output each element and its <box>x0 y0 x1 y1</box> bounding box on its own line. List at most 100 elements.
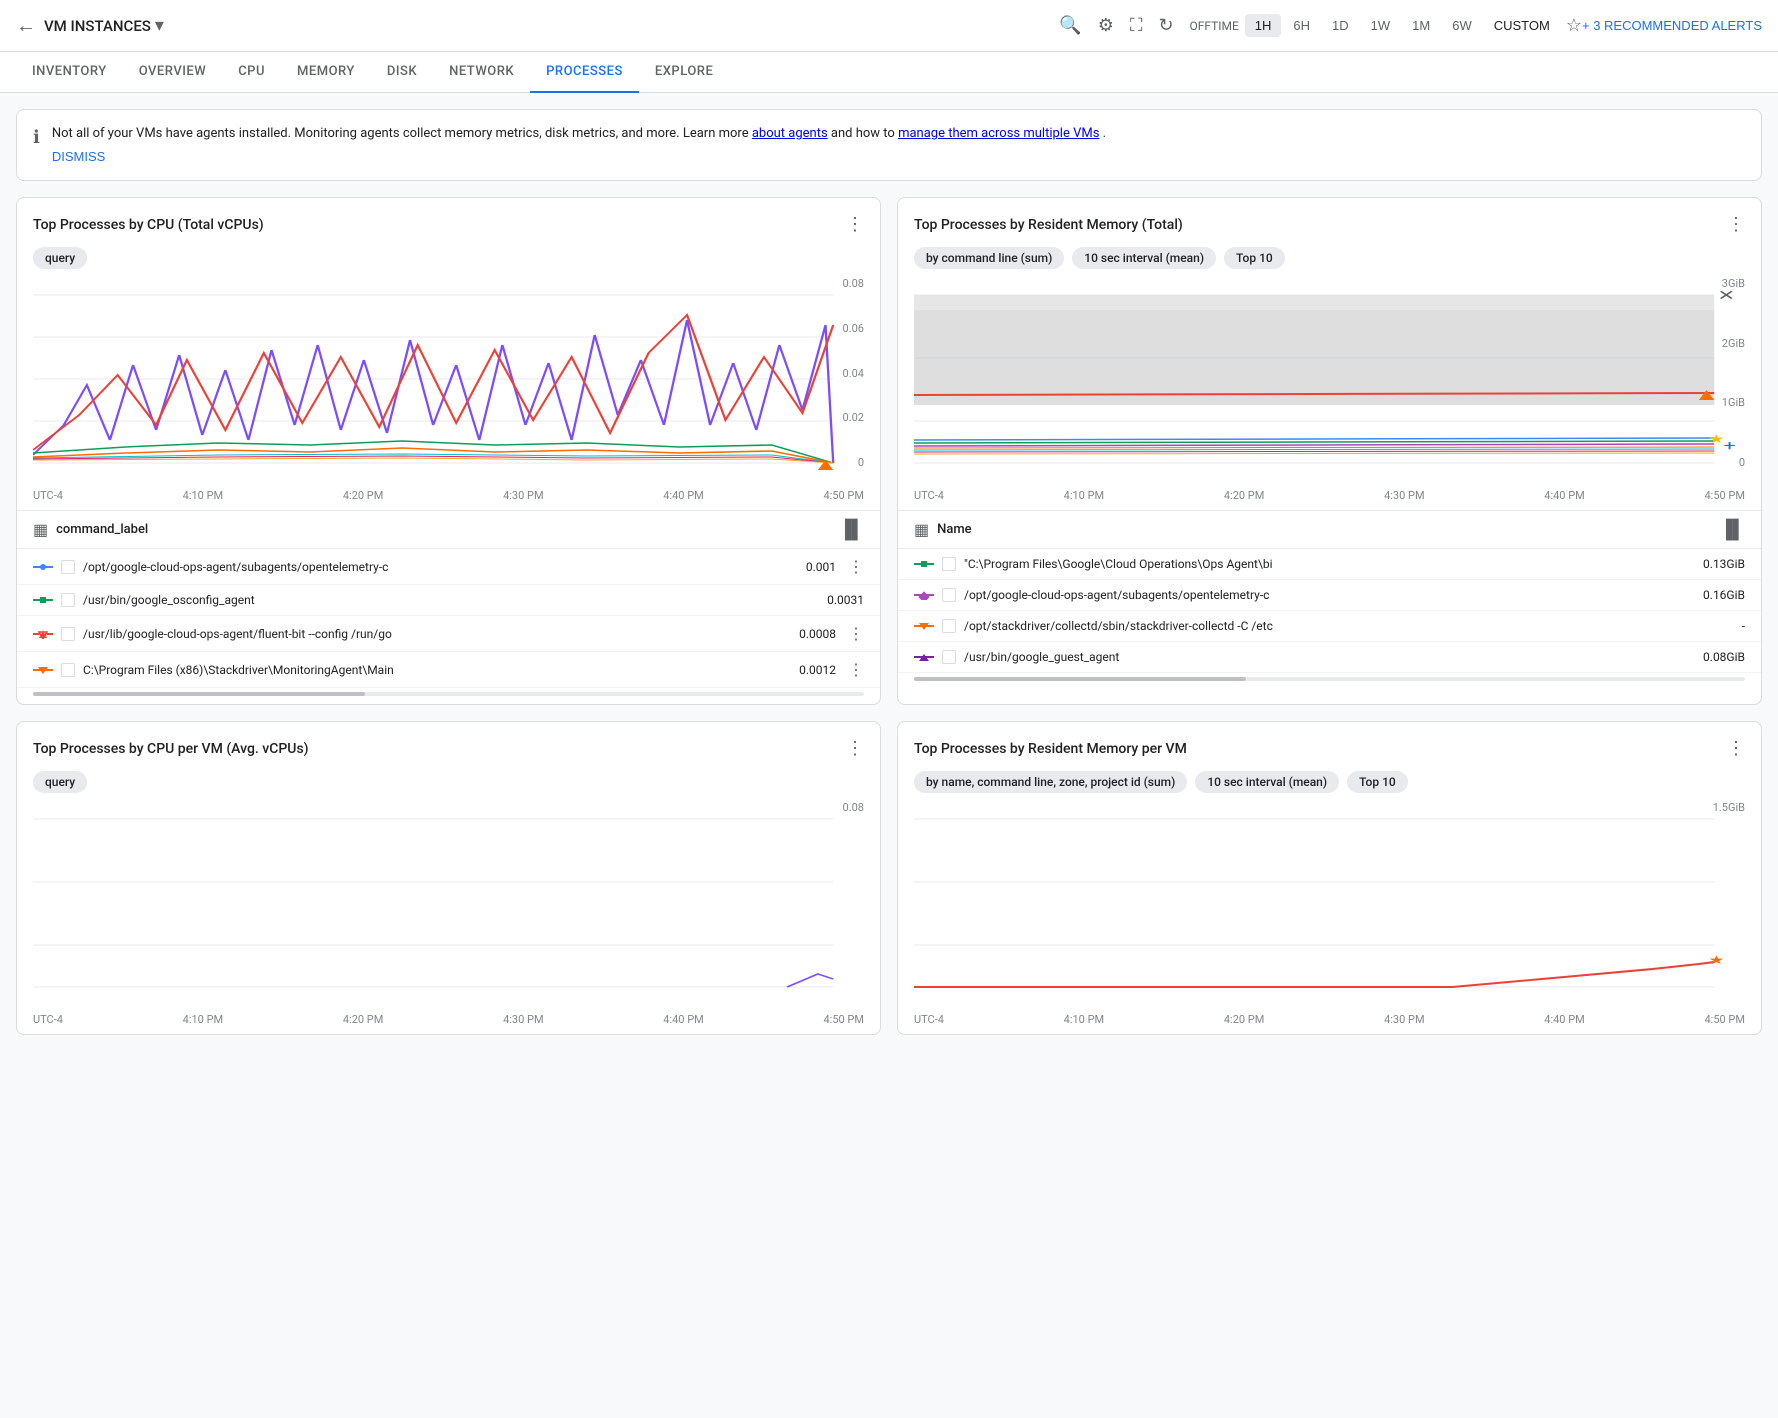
legend-checkbox-cpu-2[interactable] <box>61 627 75 641</box>
line-chart-cpu-vm <box>33 809 864 1009</box>
tab-disk[interactable]: DISK <box>371 52 433 93</box>
top-bar-icons: 🔍 ⚙ ⛶ ↻ OFF <box>1059 15 1211 36</box>
time-1h[interactable]: 1H <box>1245 14 1282 37</box>
time-1m[interactable]: 1M <box>1402 14 1440 37</box>
legend-scrollbar-cpu <box>33 692 864 696</box>
time-label: TIME <box>1211 19 1239 33</box>
legend-columns-icon-mem[interactable]: ▐▌ <box>1719 519 1745 540</box>
time-6h[interactable]: 6H <box>1283 14 1320 37</box>
more-menu-cpu-icon[interactable]: ⋮ <box>846 214 864 235</box>
settings-icon[interactable]: ⚙ <box>1098 15 1114 36</box>
line-chart-mem: ✕ ★ + <box>914 285 1745 485</box>
star-icon[interactable]: ☆ <box>1566 15 1582 36</box>
about-agents-link[interactable]: about agents <box>752 126 828 141</box>
search-icon[interactable]: 🔍 <box>1059 15 1081 36</box>
legend-checkbox-cpu-0[interactable] <box>61 560 75 574</box>
time-controls: TIME 1H 6H 1D 1W 1M 6W CUSTOM ☆ <box>1211 14 1582 37</box>
tab-cpu[interactable]: CPU <box>222 52 281 93</box>
legend-grid-icon-cpu: ▦ <box>33 520 48 539</box>
info-icon: ℹ <box>33 127 40 148</box>
chip-mem-2[interactable]: Top 10 <box>1224 247 1285 269</box>
chart-mem-per-vm: Top Processes by Resident Memory per VM … <box>897 721 1762 1035</box>
chip-mem-1[interactable]: 10 sec interval (mean) <box>1072 247 1216 269</box>
x-axis-mem-vm: UTC-44:10 PM4:20 PM4:30 PM4:40 PM4:50 PM <box>898 1013 1761 1034</box>
tab-memory[interactable]: MEMORY <box>281 52 371 93</box>
y-axis-mem: 3GiB2GiB1GiB0 <box>1722 277 1745 469</box>
legend-columns-icon-cpu[interactable]: ▐▌ <box>838 519 864 540</box>
dismiss-button[interactable]: DISMISS <box>52 149 105 164</box>
chart-header-mem-vm: Top Processes by Resident Memory per VM … <box>898 722 1761 767</box>
more-row-icon-3[interactable]: ⋮ <box>848 660 864 679</box>
chip-mem-vm-0[interactable]: by name, command line, zone, project id … <box>914 771 1187 793</box>
legend-row: /opt/google-cloud-ops-agent/subagents/op… <box>17 549 880 585</box>
chart-cpu-per-vm: Top Processes by CPU per VM (Avg. vCPUs)… <box>16 721 881 1035</box>
chip-mem-vm-1[interactable]: 10 sec interval (mean) <box>1195 771 1339 793</box>
legend-row: /opt/stackdriver/collectd/sbin/stackdriv… <box>898 611 1761 642</box>
legend-scroll-mem: "C:\Program Files\Google\Cloud Operation… <box>898 549 1761 673</box>
alerts-button[interactable]: + 3 RECOMMENDED ALERTS <box>1582 18 1762 33</box>
tab-inventory[interactable]: INVENTORY <box>16 52 123 93</box>
legend-line-mem-0 <box>914 559 934 569</box>
vm-chevron-icon: ▾ <box>155 15 164 36</box>
vm-instances-title[interactable]: VM INSTANCES ▾ <box>44 15 164 36</box>
legend-row: /opt/google-cloud-ops-agent/subagents/op… <box>898 580 1761 611</box>
chart-header-cpu-vm: Top Processes by CPU per VM (Avg. vCPUs)… <box>17 722 880 767</box>
tab-network[interactable]: NETWORK <box>433 52 530 93</box>
tab-processes[interactable]: PROCESSES <box>530 52 639 93</box>
chip-query-cpu[interactable]: query <box>33 247 87 269</box>
x-axis-mem: UTC-44:10 PM4:20 PM4:30 PM4:40 PM4:50 PM <box>898 489 1761 510</box>
legend-header-label-mem: Name <box>937 522 972 537</box>
chip-query-cpu-vm[interactable]: query <box>33 771 87 793</box>
legend-header-mem: ▦ Name ▐▌ <box>898 511 1761 549</box>
time-1d[interactable]: 1D <box>1322 14 1359 37</box>
y-axis-cpu: 0.080.060.040.020 <box>843 277 864 469</box>
chart-header-mem: Top Processes by Resident Memory (Total)… <box>898 198 1761 243</box>
legend-checkbox-mem-2[interactable] <box>942 619 956 633</box>
tab-overview[interactable]: OVERVIEW <box>123 52 222 93</box>
legend-value-mem-0: 0.13GiB <box>1703 557 1745 571</box>
legend-scroll-cpu: /opt/google-cloud-ops-agent/subagents/op… <box>17 549 880 688</box>
legend-label-cpu-0: /opt/google-cloud-ops-agent/subagents/op… <box>83 560 798 574</box>
time-1w[interactable]: 1W <box>1361 14 1401 37</box>
legend-label-cpu-3: C:\Program Files (x86)\Stackdriver\Monit… <box>83 663 791 677</box>
chart-area-cpu: 0.080.060.040.020 <box>17 277 880 489</box>
legend-line-cpu-3 <box>33 665 53 675</box>
legend-label-mem-0: "C:\Program Files\Google\Cloud Operation… <box>964 557 1695 571</box>
more-row-icon-2[interactable]: ⋮ <box>848 624 864 643</box>
legend-checkbox-cpu-1[interactable] <box>61 593 75 607</box>
chip-row-cpu-vm: query <box>17 767 880 801</box>
legend-label-cpu-2: /usr/lib/google-cloud-ops-agent/fluent-b… <box>83 627 791 641</box>
legend-value-cpu-1: 0.0031 <box>827 593 864 607</box>
back-icon[interactable]: ← <box>16 13 36 38</box>
tab-explore[interactable]: EXPLORE <box>639 52 729 93</box>
legend-checkbox-cpu-3[interactable] <box>61 663 75 677</box>
chip-mem-vm-2[interactable]: Top 10 <box>1347 771 1408 793</box>
time-custom[interactable]: CUSTOM <box>1484 14 1560 37</box>
fullscreen-icon[interactable]: ⛶ <box>1130 15 1143 36</box>
manage-vms-link[interactable]: manage them across multiple VMs <box>898 126 1099 141</box>
legend-line-cpu-0 <box>33 562 53 572</box>
chart-header-cpu: Top Processes by CPU (Total vCPUs) ⋮ <box>17 198 880 243</box>
more-menu-mem-vm-icon[interactable]: ⋮ <box>1727 738 1745 759</box>
more-menu-mem-icon[interactable]: ⋮ <box>1727 214 1745 235</box>
legend-value-mem-1: 0.16GiB <box>1703 588 1745 602</box>
chart-title-mem-vm: Top Processes by Resident Memory per VM <box>914 741 1187 757</box>
chip-mem-0[interactable]: by command line (sum) <box>914 247 1064 269</box>
legend-row: C:\Program Files (x86)\Stackdriver\Monit… <box>17 652 880 688</box>
legend-checkbox-mem-0[interactable] <box>942 557 956 571</box>
legend-checkbox-mem-1[interactable] <box>942 588 956 602</box>
line-chart-mem-vm: ★ <box>914 809 1745 1009</box>
chart-area-mem: ✕ ★ + 3GiB2GiB1GiB0 <box>898 277 1761 489</box>
more-menu-cpu-vm-icon[interactable]: ⋮ <box>846 738 864 759</box>
legend-line-mem-3 <box>914 652 934 662</box>
x-axis-cpu: UTC-44:10 PM4:20 PM4:30 PM4:40 PM4:50 PM <box>17 489 880 510</box>
x-axis-cpu-vm: UTC-44:10 PM4:20 PM4:30 PM4:40 PM4:50 PM <box>17 1013 880 1034</box>
legend-checkbox-mem-3[interactable] <box>942 650 956 664</box>
nav-tabs: INVENTORY OVERVIEW CPU MEMORY DISK NETWO… <box>0 52 1778 93</box>
legend-value-cpu-0: 0.001 <box>806 560 836 574</box>
more-row-icon-0[interactable]: ⋮ <box>848 557 864 576</box>
refresh-icon[interactable]: ↻ <box>1158 15 1173 36</box>
legend-line-cpu-1 <box>33 595 53 605</box>
legend-row: /usr/bin/google_osconfig_agent 0.0031 <box>17 585 880 616</box>
time-6w[interactable]: 6W <box>1442 14 1482 37</box>
